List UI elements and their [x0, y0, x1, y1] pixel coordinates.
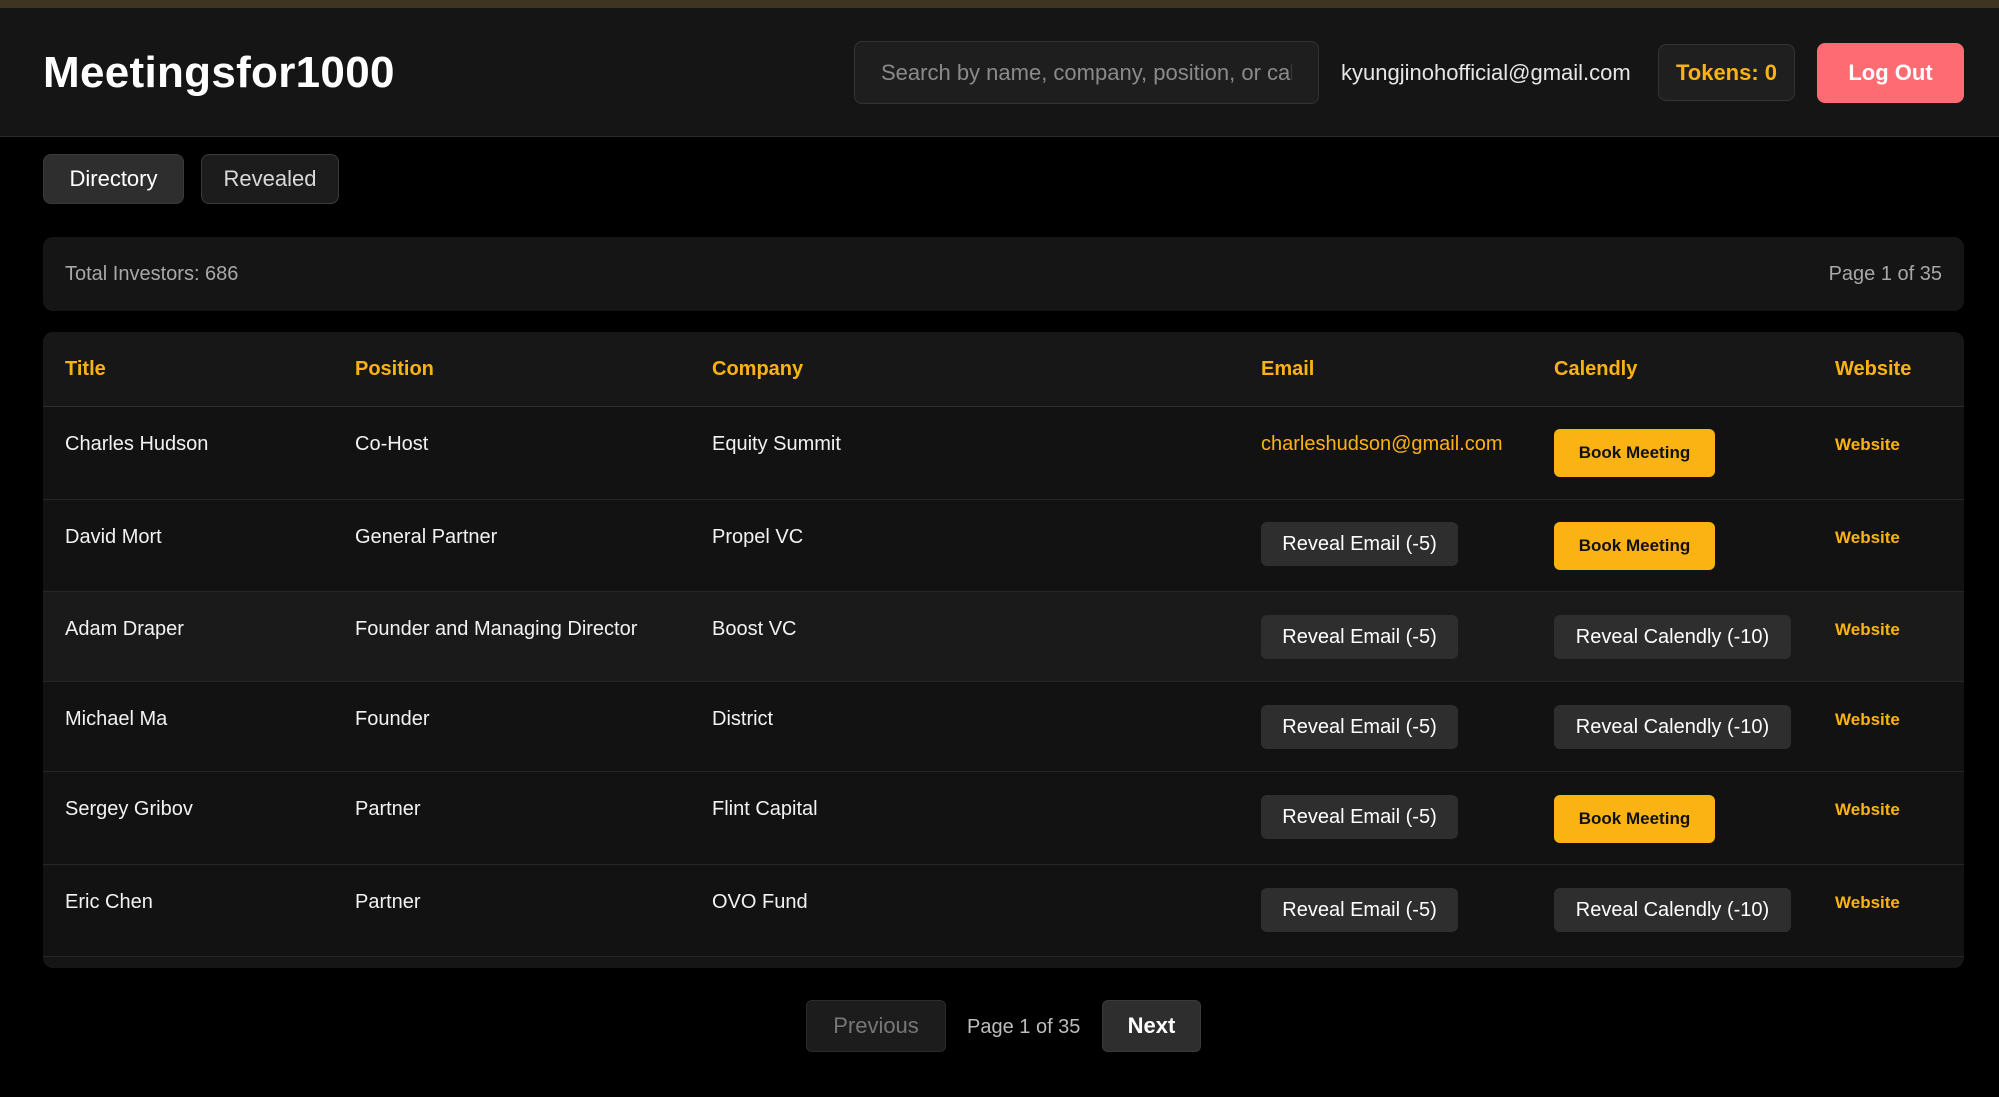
investor-position: Founder and Managing Director — [355, 618, 638, 640]
investor-name: Charles Hudson — [65, 433, 209, 455]
investor-position: Partner — [355, 798, 421, 820]
table-row: Sergey Gribov Partner Flint Capital Reve… — [43, 772, 1964, 865]
investors-table: Title Position Company Email Calendly We… — [43, 332, 1964, 968]
tab-directory[interactable]: Directory — [43, 154, 184, 204]
column-header-company: Company — [712, 358, 804, 380]
investor-name: Adam Draper — [65, 618, 184, 640]
investor-company: Boost VC — [712, 618, 797, 640]
tokens-badge: Tokens: 0 — [1658, 44, 1795, 101]
investor-company: Flint Capital — [712, 798, 818, 820]
investor-position: Co-Host — [355, 433, 429, 455]
column-header-calendly: Calendly — [1554, 358, 1638, 380]
column-header-email: Email — [1261, 358, 1315, 380]
search-input[interactable] — [854, 41, 1319, 104]
investor-name: David Mort — [65, 526, 162, 548]
stats-bar: Total Investors: 686 Page 1 of 35 — [43, 237, 1964, 311]
investor-company: District — [712, 708, 774, 730]
table-header: Title Position Company Email Calendly We… — [43, 332, 1964, 407]
total-investors-count: Total Investors: 686 — [65, 263, 239, 285]
tab-revealed[interactable]: Revealed — [201, 154, 339, 204]
website-link[interactable]: Website — [1835, 710, 1900, 730]
column-header-position: Position — [355, 358, 434, 380]
table-row: Eric Chen Partner OVO Fund Reveal Email … — [43, 865, 1964, 957]
table-row: Charles Hudson Co-Host Equity Summit cha… — [43, 407, 1964, 500]
app-title: Meetingsfor1000 — [43, 48, 395, 97]
pagination-page-label: Page 1 of 35 — [967, 1016, 1081, 1038]
column-header-website: Website — [1835, 358, 1912, 380]
reveal-calendly-button[interactable]: Reveal Calendly (-10) — [1554, 615, 1791, 659]
investor-position: General Partner — [355, 526, 498, 548]
website-link[interactable]: Website — [1835, 620, 1900, 640]
website-link[interactable]: Website — [1835, 893, 1900, 913]
reveal-email-button[interactable]: Reveal Email (-5) — [1261, 888, 1458, 932]
website-link[interactable]: Website — [1835, 800, 1900, 820]
book-meeting-button[interactable]: Book Meeting — [1554, 429, 1715, 477]
investor-position: Founder — [355, 708, 430, 730]
investor-email-link[interactable]: charleshudson@gmail.com — [1261, 433, 1503, 456]
table-row: Michael Ma Founder District Reveal Email… — [43, 682, 1964, 772]
reveal-email-button[interactable]: Reveal Email (-5) — [1261, 705, 1458, 749]
page-indicator: Page 1 of 35 — [1828, 263, 1942, 285]
logout-button[interactable]: Log Out — [1817, 43, 1964, 103]
book-meeting-button[interactable]: Book Meeting — [1554, 795, 1715, 843]
column-header-title: Title — [65, 358, 106, 380]
table-row: David Mort General Partner Propel VC Rev… — [43, 500, 1964, 592]
investor-company: OVO Fund — [712, 891, 808, 913]
user-email: kyungjinohofficial@gmail.com — [1341, 60, 1631, 85]
reveal-email-button[interactable]: Reveal Email (-5) — [1261, 522, 1458, 566]
investor-company: Equity Summit — [712, 433, 841, 455]
website-link[interactable]: Website — [1835, 435, 1900, 455]
reveal-calendly-button[interactable]: Reveal Calendly (-10) — [1554, 888, 1791, 932]
top-accent-stripe — [0, 0, 1999, 8]
reveal-calendly-button[interactable]: Reveal Calendly (-10) — [1554, 705, 1791, 749]
reveal-email-button[interactable]: Reveal Email (-5) — [1261, 795, 1458, 839]
app-header: Meetingsfor1000 kyungjinohofficial@gmail… — [0, 8, 1999, 137]
investor-name: Michael Ma — [65, 708, 168, 730]
website-link[interactable]: Website — [1835, 528, 1900, 548]
investor-name: Sergey Gribov — [65, 798, 193, 820]
next-page-button[interactable]: Next — [1102, 1000, 1201, 1052]
reveal-email-button[interactable]: Reveal Email (-5) — [1261, 615, 1458, 659]
investor-name: Eric Chen — [65, 891, 153, 913]
investor-position: Partner — [355, 891, 421, 913]
table-row: Adam Draper Founder and Managing Directo… — [43, 592, 1964, 682]
book-meeting-button[interactable]: Book Meeting — [1554, 522, 1715, 570]
investor-company: Propel VC — [712, 526, 804, 548]
previous-page-button[interactable]: Previous — [806, 1000, 946, 1052]
